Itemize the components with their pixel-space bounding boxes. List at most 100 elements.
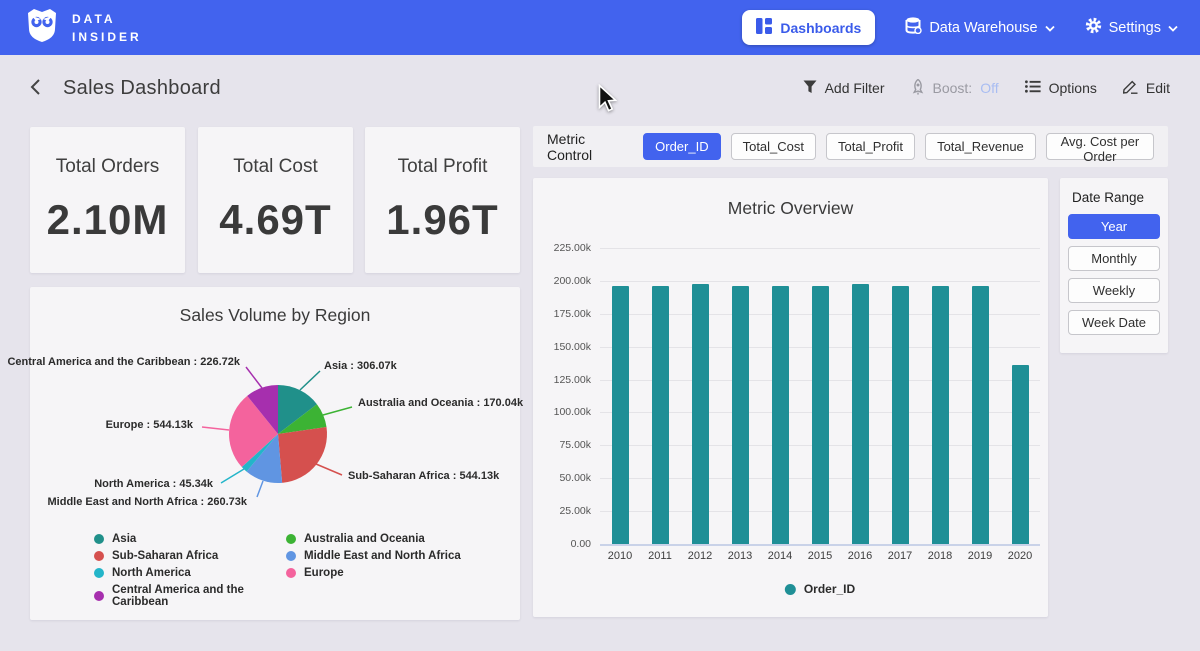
bar-chart-legend[interactable]: Order_ID: [785, 582, 855, 596]
chevron-down-icon: [1168, 20, 1178, 36]
boost-toggle[interactable]: Boost: Off: [911, 79, 999, 98]
y-axis-tick: 100.00k: [539, 406, 591, 418]
date-range-option-week-date[interactable]: Week Date: [1068, 310, 1160, 335]
bar-2017[interactable]: [892, 286, 909, 544]
date-range-option-year[interactable]: Year: [1068, 214, 1160, 239]
y-axis-tick: 125.00k: [539, 374, 591, 386]
x-axis-tick: 2018: [928, 550, 952, 562]
x-axis-tick: 2017: [888, 550, 912, 562]
pie-legend: Asia Australia and Oceania Sub-Saharan Afr…: [94, 533, 461, 608]
add-filter-button[interactable]: Add Filter: [803, 80, 885, 97]
legend-label: Middle East and North Africa: [304, 550, 461, 562]
pie-leader-line: [300, 371, 320, 390]
legend-dot: [785, 584, 796, 595]
y-axis-tick: 200.00k: [539, 275, 591, 287]
bar-2016[interactable]: [852, 284, 869, 544]
x-axis-tick: 2010: [608, 550, 632, 562]
date-range-option-weekly[interactable]: Weekly: [1068, 278, 1160, 303]
page-header: Sales Dashboard Add Filter Boost: Off: [0, 55, 1200, 121]
pie-leader-line: [323, 407, 352, 415]
boost-label: Boost:: [933, 80, 973, 96]
bar-2020[interactable]: [1012, 365, 1029, 544]
pie-legend-item-middle-east-and-north-africa[interactable]: Middle East and North Africa: [286, 550, 461, 562]
pie-leader-line: [202, 427, 229, 430]
date-range-option-monthly[interactable]: Monthly: [1068, 246, 1160, 271]
pie-chart-card: Sales Volume by Region Asia : 306.07kAus…: [30, 287, 520, 620]
bar-chart-card: Metric Overview 0.0025.00k50.00k75.00k10…: [533, 178, 1048, 617]
gear-icon: [1085, 17, 1102, 38]
pie-legend-item-sub-saharan-africa[interactable]: Sub-Saharan Africa: [94, 550, 286, 562]
metric-option-total-cost[interactable]: Total_Cost: [731, 133, 816, 160]
y-axis-tick: 150.00k: [539, 341, 591, 353]
edit-button[interactable]: Edit: [1123, 79, 1170, 97]
bar-2011[interactable]: [652, 286, 669, 544]
pie-legend-item-europe[interactable]: Europe: [286, 567, 461, 579]
legend-label: Europe: [304, 567, 344, 579]
legend-label: Sub-Saharan Africa: [112, 550, 218, 562]
dashboards-label: Dashboards: [780, 20, 861, 36]
page-title: Sales Dashboard: [63, 77, 221, 100]
metric-control-label: Metric Control: [547, 131, 629, 163]
metric-option-order-id[interactable]: Order_ID: [643, 133, 720, 160]
pie-legend-item-central-america-and-the-caribbean[interactable]: Central America and the Caribbean: [94, 584, 286, 608]
dashboard-grid-icon: [756, 18, 772, 37]
legend-dot: [286, 551, 296, 561]
bar-chart: 0.0025.00k50.00k75.00k100.00k125.00k150.…: [533, 178, 1048, 617]
x-axis-tick: 2019: [968, 550, 992, 562]
pencil-icon: [1123, 79, 1138, 97]
pie-legend-item-australia-and-oceania[interactable]: Australia and Oceania: [286, 533, 461, 545]
bar-2018[interactable]: [932, 286, 949, 544]
pie-legend-item-north-america[interactable]: North America: [94, 567, 286, 579]
date-range-card: Date Range YearMonthlyWeeklyWeek Date: [1060, 178, 1168, 353]
pie-label-sub-saharan-africa: Sub-Saharan Africa : 544.13k: [348, 470, 499, 482]
y-axis-tick: 225.00k: [539, 242, 591, 254]
bar-2014[interactable]: [772, 286, 789, 544]
bar-2012[interactable]: [692, 284, 709, 544]
y-axis-tick: 75.00k: [539, 439, 591, 451]
filter-funnel-icon: [803, 80, 817, 97]
legend-label: Order_ID: [804, 582, 855, 596]
legend-label: Australia and Oceania: [304, 533, 425, 545]
metric-option-avg-cost-per-order[interactable]: Avg. Cost per Order: [1046, 133, 1154, 160]
bar-2010[interactable]: [612, 286, 629, 544]
chevron-down-icon: [1045, 20, 1055, 36]
rocket-icon: [911, 79, 925, 98]
kpi-card-total-cost: Total Cost 4.69T: [198, 127, 353, 273]
pie-slice-sub-saharan-africa[interactable]: [278, 427, 327, 483]
app-window: DATA INSIDER Dashboards: [0, 0, 1200, 651]
pie-leader-line: [257, 481, 263, 497]
x-axis-tick: 2013: [728, 550, 752, 562]
brand-logo[interactable]: DATA INSIDER: [22, 5, 142, 50]
back-chevron-icon: [30, 78, 41, 99]
date-range-options: Year Monthly Weekly Week Date: [1068, 214, 1160, 335]
pie-leader-line: [316, 464, 342, 475]
legend-dot: [286, 534, 296, 544]
metric-control-options: Order_ID Total_Cost Total_Profit Total_Reve…: [643, 133, 1154, 160]
data-warehouse-menu[interactable]: Data Warehouse: [905, 17, 1054, 38]
metric-control-bar: Metric Control Order_ID Total_Cost Total_P…: [533, 126, 1168, 167]
x-axis-tick: 2015: [808, 550, 832, 562]
legend-label: Asia: [112, 533, 136, 545]
metric-option-total-profit[interactable]: Total_Profit: [826, 133, 915, 160]
x-axis-tick: 2012: [688, 550, 712, 562]
dashboards-button[interactable]: Dashboards: [742, 10, 875, 45]
pie-label-europe: Europe : 544.13k: [106, 419, 193, 431]
metric-option-total-revenue[interactable]: Total_Revenue: [925, 133, 1036, 160]
settings-menu[interactable]: Settings: [1085, 17, 1178, 38]
bar-2013[interactable]: [732, 286, 749, 544]
pie-legend-item-asia[interactable]: Asia: [94, 533, 286, 545]
brand-name: DATA INSIDER: [72, 10, 142, 46]
pie-chart: Asia : 306.07kAustralia and Oceania : 17…: [30, 327, 520, 527]
back-button[interactable]: [30, 78, 41, 99]
bar-2019[interactable]: [972, 286, 989, 544]
settings-label: Settings: [1109, 20, 1161, 36]
legend-dot: [94, 551, 104, 561]
pie-leader-line: [246, 367, 262, 388]
y-axis-tick: 50.00k: [539, 472, 591, 484]
pie-label-central-america-and-the-caribbean: Central America and the Caribbean : 226.…: [7, 356, 240, 368]
bar-2015[interactable]: [812, 286, 829, 544]
legend-dot: [286, 568, 296, 578]
options-button[interactable]: Options: [1025, 80, 1097, 96]
brand-line2: INSIDER: [72, 28, 142, 46]
y-axis-tick: 0.00: [539, 538, 591, 550]
